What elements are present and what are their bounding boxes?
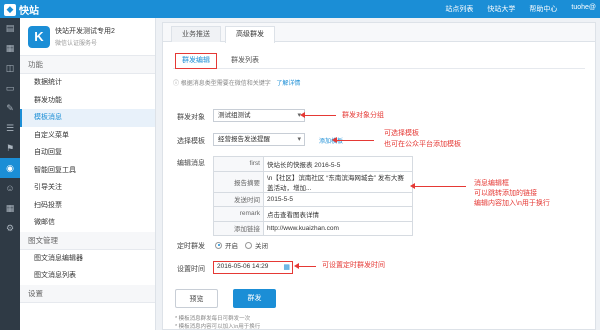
- annotation-editor-3: 编辑内容加入\n用于换行: [474, 200, 550, 207]
- target-label: 群发对象: [177, 114, 205, 121]
- radio-unchecked-icon: [245, 241, 252, 249]
- sub-tabs: 群发编辑 群发列表: [173, 53, 585, 69]
- menu-item-micro-mail[interactable]: 微邮信: [20, 214, 155, 232]
- menu-item-custom-menu[interactable]: 自定义菜单: [20, 127, 155, 145]
- grid-icon[interactable]: ▦: [0, 198, 20, 218]
- field-value[interactable]: 点击查看图表详情: [263, 206, 413, 222]
- annotation-arrow: [332, 137, 374, 143]
- field-key: remark: [213, 206, 264, 222]
- top-bar: ◆ 快站 站点列表 快站大学 帮助中心 tuohe@: [0, 0, 600, 18]
- target-select[interactable]: 测试组测试: [213, 109, 305, 122]
- user-icon[interactable]: ☺: [0, 178, 20, 198]
- tab-advanced-mass-send[interactable]: 高级群发: [225, 26, 275, 43]
- gear-icon[interactable]: ⚙: [0, 218, 20, 238]
- notice-text: 根据消息类型需要在微信和关键字: [180, 81, 271, 87]
- field-value[interactable]: http://www.kuaizhan.com: [263, 220, 413, 236]
- annotation-editor: 消息编辑框: [474, 180, 509, 187]
- cart-icon[interactable]: ◫: [0, 58, 20, 78]
- document-icon[interactable]: ▭: [0, 78, 20, 98]
- annotation-target: 群发对象分组: [342, 112, 384, 119]
- nav-user[interactable]: tuohe@: [571, 4, 596, 14]
- menu-section-functions: 功能: [20, 56, 155, 74]
- time-label: 设置时间: [177, 266, 205, 273]
- annotation-arrow: [294, 263, 316, 269]
- info-icon: ⓘ: [173, 81, 180, 87]
- nav-help[interactable]: 帮助中心: [529, 4, 557, 14]
- edit-message-label: 编辑消息: [177, 160, 205, 167]
- annotation-arrow: [300, 112, 336, 118]
- icon-rail: ▤ ▦ ◫ ▭ ✎ ☰ ⚑ ◉ ☺ ▦ ⚙: [0, 18, 20, 330]
- account-name: 快站开发测试专用2: [55, 28, 115, 35]
- template-select[interactable]: 经营报告发送提醒: [213, 133, 305, 146]
- menu-item-mass-send[interactable]: 群发功能: [20, 92, 155, 110]
- radio-checked-icon: [215, 241, 222, 249]
- table-row: 添加链接 http://www.kuaizhan.com: [213, 220, 413, 236]
- menu-item-article-list[interactable]: 图文消息列表: [20, 267, 155, 285]
- timer-off-radio[interactable]: 关闭: [245, 240, 268, 250]
- field-key: 添加链接: [213, 220, 264, 236]
- tab-mass-list[interactable]: 群发列表: [231, 53, 259, 69]
- menu-item-article-editor[interactable]: 图文消息编辑器: [20, 250, 155, 268]
- preview-button[interactable]: 预览: [175, 289, 218, 308]
- tip-1: * 模板消息群发每日可群发一次: [175, 316, 251, 322]
- menu-item-template-message[interactable]: 模板消息: [20, 109, 155, 127]
- nav-site-list[interactable]: 站点列表: [445, 4, 473, 14]
- annotation-timer: 可设置定时群发时间: [322, 262, 385, 269]
- field-key: 报告摘要: [213, 170, 264, 193]
- edit-icon[interactable]: ✎: [0, 98, 20, 118]
- tab-mass-edit[interactable]: 群发编辑: [175, 53, 217, 69]
- app-logo-text: 快站: [19, 6, 39, 17]
- field-key: 发送时间: [213, 191, 264, 207]
- tip-2: * 模板消息内容可以加入\n用于换行: [175, 324, 261, 330]
- field-value[interactable]: \n【社区】滨南社区 “东南滨海网城会” 发布大赛盖活动，增加...: [263, 170, 413, 193]
- side-menu: K 快站开发测试专用2 微信认证服务号 功能 数据统计 群发功能 模板消息 自定…: [20, 18, 156, 330]
- annotation-arrow: [410, 183, 466, 189]
- template-label: 选择模板: [177, 138, 205, 145]
- nav-university[interactable]: 快站大学: [487, 4, 515, 14]
- flag-icon[interactable]: ⚑: [0, 138, 20, 158]
- timer-on-label: 开启: [225, 243, 238, 250]
- account-avatar: K: [28, 25, 50, 48]
- store-icon[interactable]: ▦: [0, 38, 20, 58]
- table-row: 报告摘要 \n【社区】滨南社区 “东南滨海网城会” 发布大赛盖活动，增加...: [213, 170, 413, 193]
- menu-item-auto-reply[interactable]: 自动回复: [20, 144, 155, 162]
- account-header: K 快站开发测试专用2 微信认证服务号: [20, 18, 155, 56]
- notice-link[interactable]: 了解详情: [276, 81, 300, 87]
- calendar-icon[interactable]: ▦: [283, 263, 290, 273]
- message-table: first 快站长的快报表 2016-5-5 报告摘要 \n【社区】滨南社区 “东南…: [213, 156, 413, 236]
- field-value[interactable]: 2015-5-5: [263, 191, 413, 207]
- top-nav: 站点列表 快站大学 帮助中心 tuohe@: [445, 4, 596, 14]
- timer-off-label: 关闭: [255, 243, 268, 250]
- annotation-template: 可选择模板: [384, 130, 419, 137]
- field-value[interactable]: 快站长的快报表 2016-5-5: [263, 156, 413, 172]
- field-key: first: [213, 156, 264, 172]
- tab-business-push[interactable]: 业务推送: [171, 26, 221, 42]
- timer-label: 定时群发: [177, 243, 205, 250]
- table-row: first 快站长的快报表 2016-5-5: [213, 156, 413, 172]
- time-value: 2016-05-06 14:29: [217, 263, 269, 270]
- top-tabs: 业务推送 高级群发: [163, 23, 595, 43]
- menu-item-stats[interactable]: 数据统计: [20, 74, 155, 92]
- menu-item-smart-reply[interactable]: 智能回复工具: [20, 162, 155, 180]
- wechat-icon[interactable]: ◉: [0, 158, 20, 178]
- menu-item-scan-vote[interactable]: 扫码投票: [20, 197, 155, 215]
- table-row: 发送时间 2015-5-5: [213, 191, 413, 207]
- timer-on-radio[interactable]: 开启: [215, 240, 238, 250]
- app-logo[interactable]: ◆ 快站: [4, 2, 39, 17]
- time-input[interactable]: 2016-05-06 14:29 ▦: [213, 261, 293, 274]
- menu-section-settings: 设置: [20, 284, 155, 303]
- notice-bar: ⓘ 根据消息类型需要在微信和关键字 了解详情: [173, 78, 300, 87]
- annotation-template-2: 也可在公众平台添加模板: [384, 141, 461, 148]
- kuaizhan-logo-icon: ◆: [4, 3, 16, 16]
- account-type: 微信认证服务号: [55, 41, 98, 47]
- send-button[interactable]: 群发: [233, 289, 276, 308]
- main-panel: 业务推送 高级群发 群发编辑 群发列表 ⓘ 根据消息类型需要在微信和关键字 了解…: [162, 22, 596, 330]
- annotation-editor-2: 可以跳转添加的链接: [474, 190, 537, 197]
- table-row: remark 点击查看图表详情: [213, 206, 413, 222]
- menu-section-articles: 图文管理: [20, 231, 155, 250]
- menu-item-guide-follow[interactable]: 引导关注: [20, 179, 155, 197]
- list-icon[interactable]: ☰: [0, 118, 20, 138]
- layers-icon[interactable]: ▤: [0, 18, 20, 38]
